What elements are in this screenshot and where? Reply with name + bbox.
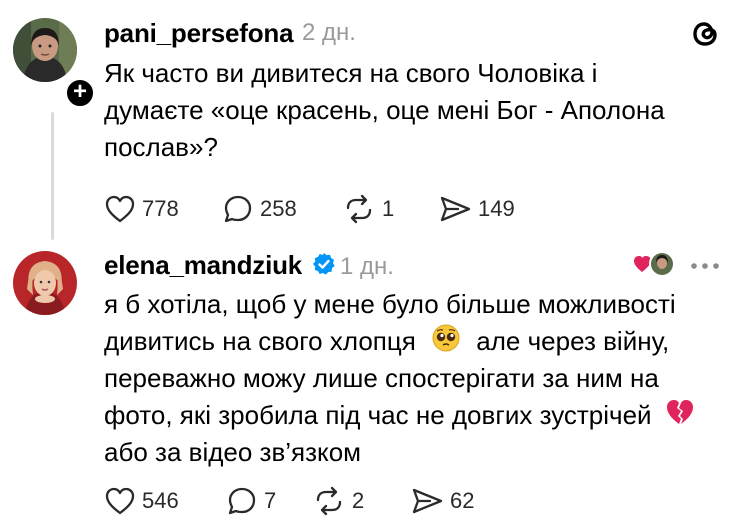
post-text-line-1: Як часто ви дивитеся на свого Чоловіка і <box>104 58 598 88</box>
reply-text-line-2: дивитись на свого хлопця але через війну… <box>104 323 669 363</box>
heart-avatar-icon <box>632 250 676 278</box>
post-comment-count: 258 <box>260 196 297 221</box>
share-icon <box>440 196 471 222</box>
follow-plus-button[interactable]: + <box>64 77 96 109</box>
share-icon <box>412 488 443 514</box>
reply-comment-count: 7 <box>264 488 277 513</box>
reply-text-line-1: я б хотіла, щоб у мене було більше можли… <box>104 289 676 319</box>
reply-username[interactable]: elena_mandziuk <box>104 250 302 281</box>
reply-time: 1 дн. <box>340 253 394 280</box>
comment-icon <box>228 487 256 515</box>
more-options-icon[interactable] <box>690 258 720 269</box>
broken-heart-emoji-icon <box>665 398 695 436</box>
reply-text-line-2b: але через війну, <box>476 326 670 356</box>
post-share-count: 149 <box>478 196 515 221</box>
pleading-face-emoji-icon <box>431 323 461 363</box>
heart-icon <box>105 487 135 515</box>
repost-icon <box>346 194 372 224</box>
verified-badge-icon <box>312 252 336 276</box>
thread-line <box>51 112 54 240</box>
post-like-count: 778 <box>142 196 179 221</box>
comment-icon <box>224 195 252 223</box>
reply-text-line-4: фото, які зробила під час не довгих зуст… <box>104 397 695 436</box>
reply-text-line-4a: фото, які зробила під час не довгих зуст… <box>104 400 652 430</box>
reply-text-line-5: або за відео зв’язком <box>104 437 362 467</box>
reply-comment-button[interactable]: 7 <box>226 486 276 516</box>
reply-repost-button[interactable]: 2 <box>312 486 364 516</box>
reply-like-button[interactable]: 546 <box>104 486 179 516</box>
post-text-line-2: думаєте «оце красень, оце мені Бог - Апо… <box>104 95 665 125</box>
post-text-line-3: послав»? <box>104 132 218 162</box>
reply-repost-count: 2 <box>352 488 365 513</box>
heart-icon <box>105 195 135 223</box>
repost-icon <box>316 486 342 516</box>
post-username[interactable]: pani_persefona <box>104 18 294 49</box>
avatar-elena-mandziuk[interactable] <box>13 251 77 315</box>
reply-share-button[interactable]: 62 <box>410 486 474 516</box>
avatar-pani-persefona[interactable] <box>13 18 77 82</box>
reply-share-count: 62 <box>450 488 475 513</box>
post-share-button[interactable]: 149 <box>438 194 515 224</box>
post-time: 2 дн. <box>302 19 356 46</box>
reply-text-line-2a: дивитись на свого хлопця <box>104 326 416 356</box>
post-like-button[interactable]: 778 <box>104 194 179 224</box>
post-repost-count: 1 <box>382 196 395 221</box>
reply-text-line-3: переважно можу лише спостерігати за ним … <box>104 363 659 393</box>
post-repost-button[interactable]: 1 <box>342 194 394 224</box>
reply-like-count: 546 <box>142 488 179 513</box>
post-comment-button[interactable]: 258 <box>222 194 297 224</box>
threads-logo-icon[interactable] <box>690 18 720 50</box>
